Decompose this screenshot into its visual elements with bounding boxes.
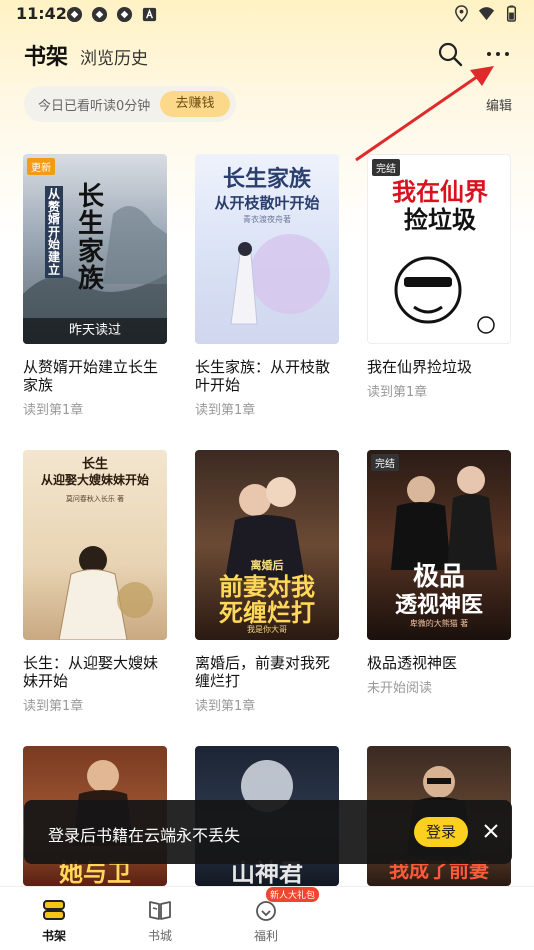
read-progress: 读到第1章 (195, 403, 256, 418)
nav-label: 福利 (253, 929, 278, 943)
book-title: 从赘婿开始建立长生 家族 (23, 358, 169, 394)
text-notification-icon (142, 7, 157, 22)
cover-author-text: 我是你大哥 (247, 625, 287, 634)
read-progress: 未开始阅读 (367, 681, 433, 696)
reading-time-text: 今日已看听读0分钟 (38, 99, 151, 114)
book-title: 长生家族：从开枝散 叶开始 (195, 358, 341, 394)
top-header: 书架 浏览历史 (0, 36, 534, 76)
app-notification-icon (116, 6, 133, 23)
location-icon (455, 5, 468, 22)
cover-title-text: 极品 (412, 562, 465, 592)
nav-bookstore[interactable]: 书城 (120, 887, 200, 950)
book-title: 长生：从迎娶大嫂妹 妹开始 (23, 654, 169, 690)
status-time: 11:42 (16, 4, 67, 23)
book-cover[interactable]: 完结 极品 透视神医 卑微的大熊猫 著 (367, 450, 511, 640)
book-card[interactable]: 更新 长生家族 从赘婿开始建立 昨天读过 从赘婿开始建立长生 家族 读到第1章 (23, 154, 169, 424)
notification-icons (66, 6, 158, 23)
read-progress: 读到第1章 (195, 699, 256, 714)
book-title-line: 离婚后，前妻对我死 (195, 654, 331, 672)
book-card[interactable]: 完结 我在仙界 捡垃圾 我在仙界捡垃圾 读到第1章 (367, 154, 513, 424)
cover-title-text: 前妻对我 (219, 572, 315, 601)
book-title-line: 缠烂打 (195, 672, 241, 690)
cover-tag-text: 离婚后 (250, 559, 284, 572)
cover-title-text: 长生 (81, 457, 108, 472)
book-title-line: 家族 (23, 376, 54, 394)
earn-money-button[interactable]: 去赚钱 (160, 91, 230, 117)
app-notification-icon (91, 6, 108, 23)
book-title-line: 长生：从迎娶大嫂妹 (23, 654, 159, 672)
book-cover[interactable]: 长生 从迎娶大嫂妹妹开始 莫问春秋入长乐 著 (23, 450, 167, 640)
cover-subtitle-text: 从迎娶大嫂妹妹开始 (40, 473, 149, 487)
login-reminder-toast: 登录后书籍在云端永不丢失 登录 (24, 800, 512, 864)
read-progress: 读到第1章 (23, 699, 84, 714)
book-title-line: 长生家族：从开枝散 (195, 358, 331, 376)
nav-welfare[interactable]: 新人大礼包 福利 (226, 887, 320, 950)
cover-subtitle-text: 从开枝散叶开始 (214, 194, 320, 212)
cover-title-text: 长生家族 (77, 182, 104, 294)
status-bar: 11:42 (0, 0, 534, 28)
cover-subtitle-text: 透视神医 (394, 592, 483, 618)
book-card[interactable]: 长生 从迎娶大嫂妹妹开始 莫问春秋入长乐 著 长生：从迎娶大嫂妹 妹开始 读到第… (23, 450, 169, 720)
badge-updated: 更新 (27, 158, 55, 175)
battery-icon (506, 5, 517, 22)
book-cover[interactable]: 离婚后 前妻对我 死缠烂打 我是你大哥 (195, 450, 339, 640)
cover-title-text: 我在仙界 (392, 177, 488, 206)
book-title: 离婚后，前妻对我死 缠烂打 (195, 654, 341, 690)
last-read-overlay: 昨天读过 (23, 318, 167, 344)
cover-author-text: 莫问春秋入长乐 著 (65, 495, 125, 503)
book-title-line: 从赘婿开始建立长生 (23, 358, 159, 376)
close-icon[interactable] (480, 820, 502, 842)
book-title-line: 叶开始 (195, 376, 241, 394)
reading-time-pill: 今日已看听读0分钟 去赚钱 (24, 86, 236, 122)
book-title: 我在仙界捡垃圾 (367, 358, 513, 376)
book-cover[interactable]: 长生家族 从开枝散叶开始 青衣渡夜舟著 (195, 154, 339, 344)
cover-subtitle-text: 死缠烂打 (219, 598, 315, 627)
bookstore-icon (149, 901, 171, 920)
toast-message: 登录后书籍在云端永不丢失 (48, 826, 241, 845)
edit-button[interactable]: 编辑 (486, 95, 512, 114)
read-progress: 读到第1章 (23, 403, 84, 418)
book-card[interactable]: 完结 极品 透视神医 卑微的大熊猫 著 极品透视神医 未开始阅读 (367, 450, 513, 720)
search-icon[interactable] (436, 40, 464, 68)
cover-author-text: 卑微的大熊猫 著 (409, 619, 469, 628)
bottom-navigation: 书架 书城 新人大礼包 福利 (0, 886, 534, 950)
cover-author-text: 青衣渡夜舟著 (243, 215, 291, 224)
read-progress: 读到第1章 (367, 385, 428, 400)
book-card[interactable]: 长生家族 从开枝散叶开始 青衣渡夜舟著 长生家族：从开枝散 叶开始 读到第1章 (195, 154, 341, 424)
book-cover[interactable]: 更新 长生家族 从赘婿开始建立 昨天读过 (23, 154, 167, 344)
nav-bookshelf[interactable]: 书架 (14, 887, 94, 950)
badge-completed: 完结 (371, 454, 399, 471)
book-cover[interactable]: 完结 我在仙界 捡垃圾 (367, 154, 511, 344)
more-options-icon[interactable] (484, 40, 512, 68)
tab-bookshelf[interactable]: 书架 (24, 39, 68, 71)
cover-subtitle-text: 捡垃圾 (404, 205, 476, 234)
tab-browse-history[interactable]: 浏览历史 (80, 44, 148, 69)
nav-label: 书城 (147, 929, 172, 943)
login-button[interactable]: 登录 (414, 817, 468, 847)
nav-label: 书架 (41, 929, 66, 943)
cover-subtitle-text: 从赘婿开始建立 (45, 186, 63, 279)
book-title-line: 妹开始 (23, 672, 69, 690)
bookshelf-icon (43, 900, 65, 920)
app-notification-icon (66, 6, 83, 23)
book-card[interactable]: 离婚后 前妻对我 死缠烂打 我是你大哥 离婚后，前妻对我死 缠烂打 读到第1章 (195, 450, 341, 720)
book-title: 极品透视神医 (367, 654, 513, 672)
book-title-line: 极品透视神医 (367, 654, 458, 672)
wifi-icon (478, 7, 495, 21)
gift-badge: 新人大礼包 (266, 887, 320, 902)
cover-title-text: 长生家族 (222, 166, 311, 192)
badge-completed: 完结 (372, 159, 400, 176)
system-icons (453, 5, 520, 22)
book-title-line: 我在仙界捡垃圾 (367, 358, 473, 376)
